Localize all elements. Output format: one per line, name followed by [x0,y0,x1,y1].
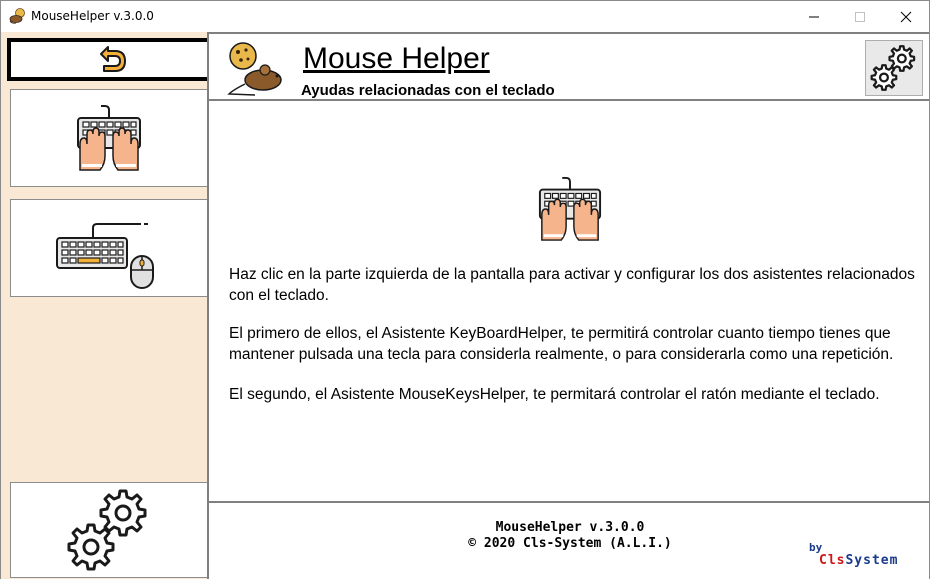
maximize-button[interactable] [837,1,883,32]
window-title: MouseHelper v.3.0.0 [31,9,154,23]
undo-arrow-icon [100,46,126,72]
keyboardhelper-paragraph: El primero de ellos, el Asistente KeyBoa… [229,325,894,363]
mousekeyshelper-paragraph: El segundo, el Asistente MouseKeysHelper… [229,386,880,403]
brand-part1: Cls [819,553,846,568]
keyboard-helper-tile[interactable] [10,89,207,187]
settings-tile[interactable] [10,482,207,578]
back-button[interactable] [7,38,207,81]
minimize-icon [809,16,819,17]
keyboard-hands-icon [538,176,602,241]
version-label: MouseHelper v.3.0.0 [495,520,645,535]
app-window: MouseHelper v.3.0.0 Mouse Helper Ayudas … [0,0,930,579]
maximize-icon [855,11,865,22]
mouse-cookie-icon [227,42,282,96]
brand-part2: System [845,553,899,568]
title-bar[interactable]: MouseHelper v.3.0.0 [1,1,929,32]
close-button[interactable] [883,1,929,32]
intro-paragraph: Haz clic en la parte izquierda de la pan… [229,266,915,304]
gears-icon [67,489,147,571]
config-button[interactable] [865,40,923,96]
sidebar [1,32,207,579]
keyboard-mouse-icon [56,223,154,289]
brand-logo[interactable]: ClsSystem [819,553,898,568]
app-mouse-icon [9,8,25,24]
keyboard-hands-icon [77,105,141,171]
footer: MouseHelper v.3.0.0 © 2020 Cls-System (A… [207,501,929,579]
main-header: Mouse Helper Ayudas relacionadas con el … [207,32,929,101]
minimize-button[interactable] [791,1,837,32]
page-subtitle: Ayudas relacionadas con el teclado [301,82,555,99]
gears-icon [870,45,916,91]
close-icon [900,11,912,22]
mouse-keys-helper-tile[interactable] [10,199,207,297]
content-area: Haz clic en la parte izquierda de la pan… [207,101,929,501]
page-title: Mouse Helper [303,42,490,75]
